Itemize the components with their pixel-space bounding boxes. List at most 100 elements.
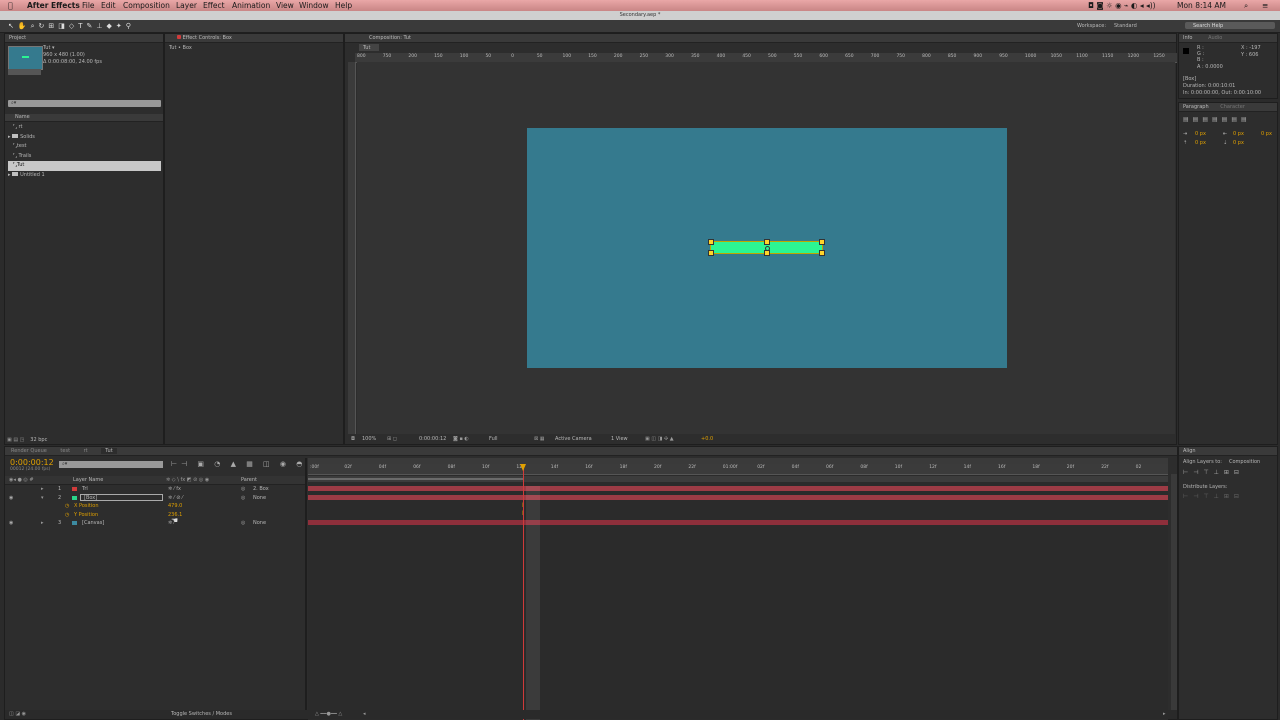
footer-icons[interactable]: ◫ ◪ ◉ [9, 711, 26, 717]
parent-icon[interactable]: ◎ [241, 495, 245, 501]
indent-left-value[interactable]: 0 px [1195, 131, 1206, 137]
menu-composition[interactable]: Composition [123, 1, 170, 10]
col-parent[interactable]: Parent [241, 477, 257, 483]
exposure-value[interactable]: +0.0 [701, 436, 713, 442]
stopwatch-icon[interactable]: ◷ [65, 512, 69, 518]
current-time-indicator[interactable] [523, 464, 524, 720]
grid-icon[interactable]: ⊞ ◻ [387, 436, 397, 442]
property-name[interactable]: X Position [74, 503, 98, 509]
align-to-select[interactable]: Composition [1229, 459, 1260, 465]
tab-paragraph[interactable]: Paragraph [1183, 104, 1209, 110]
tab-rt[interactable]: rt [84, 448, 88, 454]
tab-render-queue[interactable]: Render Queue [11, 448, 47, 454]
menu-window[interactable]: Window [299, 1, 329, 10]
parent-icon[interactable]: ◎ [241, 520, 245, 526]
layer-switches[interactable]: ✲ ⁄ fx [168, 486, 181, 492]
parent-select[interactable]: None [253, 520, 266, 526]
stopwatch-icon[interactable]: ◷ [65, 503, 69, 509]
resolution-select[interactable]: Full [489, 436, 498, 442]
list-item[interactable]: ⸢⸥test [8, 142, 161, 152]
snapshot-icon[interactable]: ◙ ▪ ◐ [453, 436, 469, 442]
comp-subtab[interactable]: Tut [359, 44, 379, 51]
project-tab[interactable]: Project [5, 34, 163, 43]
comp-timecode[interactable]: 0:00:00:12 [419, 436, 446, 442]
layer-name[interactable]: [Canvas] [82, 520, 104, 526]
tab-character[interactable]: Character [1220, 104, 1245, 110]
handle-top-middle[interactable] [764, 239, 770, 245]
current-timecode[interactable]: 0:00:00:12 [10, 458, 54, 467]
scroll-left-icon[interactable]: ◂ [363, 711, 366, 717]
table-row[interactable]: ◷ X Position 479.0 [5, 502, 305, 510]
project-item-name[interactable]: Tut ▾ [43, 45, 55, 51]
tab-test[interactable]: test [60, 448, 70, 454]
menu-view[interactable]: View [276, 1, 294, 10]
tab-info[interactable]: Info [1183, 35, 1192, 41]
timeline-scrollbar[interactable] [1171, 474, 1177, 714]
effect-controls-tab[interactable]: Effect Controls: Box [165, 34, 343, 43]
space-after-value[interactable]: 0 px [1233, 140, 1244, 146]
toggle-switches-modes[interactable]: Toggle Switches / Modes [171, 711, 232, 717]
expand-icon[interactable]: ▸ [41, 486, 44, 492]
handle-bottom-left[interactable] [708, 250, 714, 256]
parent-select[interactable]: None [253, 495, 266, 501]
timeline-ruler[interactable]: :00f 02f 04f 06f 08f 10f 12f 14f 16f 18f 20f 22f 01:… [308, 464, 1168, 475]
scroll-right-icon[interactable]: ▸ [1163, 711, 1166, 717]
search-help-field[interactable]: Search Help [1185, 22, 1275, 29]
list-item[interactable]: ▸ Untitled 1 [8, 171, 161, 181]
composition-tab[interactable]: Composition: Tut [345, 34, 1176, 43]
list-item-selected[interactable]: ⸢⸥Tut [8, 161, 161, 171]
canvas-solid[interactable] [527, 128, 1007, 368]
project-footer-icons[interactable]: ▣ ▤ ◳ [7, 437, 24, 443]
timeline-switch-icons[interactable]: ⊢⊣ ▣ ◔ ▲ ▦ ◫ ◉ ◓ ▢ [171, 460, 323, 468]
tab-tut[interactable]: Tut [101, 448, 117, 454]
layer-bar-trl[interactable] [308, 486, 1168, 491]
parent-icon[interactable]: ◎ [241, 486, 245, 492]
camera-select[interactable]: Active Camera [555, 436, 592, 442]
comp-viewer[interactable] [357, 62, 1175, 434]
zoom-slider[interactable]: △ ━━●━━ △ [315, 711, 342, 717]
project-search-input[interactable]: ⌕▾ [8, 100, 161, 107]
table-row[interactable]: ◉ ▸ 3 [Canvas] ✲ ⁄ ◎ None [5, 519, 305, 527]
align-tab[interactable]: Align [1179, 447, 1277, 456]
align-buttons[interactable]: ⊢⊣⊤⊥⊞⊟ [1183, 469, 1244, 476]
handle-top-left[interactable] [708, 239, 714, 245]
tab-audio[interactable]: Audio [1208, 35, 1222, 41]
handle-bottom-right[interactable] [819, 250, 825, 256]
table-row[interactable]: ▸ 1 Trl ✲ ⁄ fx ◎ 2. Box [5, 485, 305, 493]
menu-animation[interactable]: Animation [232, 1, 270, 10]
layer-name[interactable]: Trl [82, 486, 88, 492]
tool-icons[interactable]: ↖✋⌕↻⊞◨◇T✎⊥◆✦⚲ [8, 22, 203, 30]
layer-switches[interactable]: ✲ ⁄ [168, 520, 175, 526]
timeline-divider[interactable] [305, 458, 307, 720]
layer-color-label[interactable] [72, 487, 77, 491]
list-item[interactable]: ▸ Solids [8, 133, 161, 143]
menu-effect[interactable]: Effect [203, 1, 225, 10]
spotlight-icon[interactable]: ⌕ [1244, 1, 1248, 11]
column-name[interactable]: Name [15, 114, 30, 120]
work-area-range[interactable] [308, 478, 523, 480]
list-icon[interactable]: ≡ [1262, 1, 1268, 10]
playhead-icon[interactable] [520, 464, 526, 471]
anchor-point[interactable] [765, 246, 770, 251]
layer-color-label[interactable] [72, 521, 77, 525]
paragraph-align-icons[interactable]: ▤▤▤▤▤▤▤ [1183, 116, 1251, 123]
property-value[interactable]: 479.0 [168, 503, 182, 509]
list-item[interactable]: ⸢⸥ rt [8, 123, 161, 133]
layer-color-label[interactable] [72, 495, 77, 500]
menu-edit[interactable]: Edit [101, 1, 116, 10]
visibility-icon[interactable]: ◉ [9, 520, 13, 526]
collapse-icon[interactable]: ▾ [41, 495, 44, 501]
box-layer[interactable] [708, 239, 825, 256]
view-select[interactable]: 1 View [611, 436, 628, 442]
always-preview-icon[interactable]: ◘ [351, 436, 355, 442]
menu-help[interactable]: Help [335, 1, 352, 10]
zoom-select[interactable]: 100% [362, 436, 376, 442]
workspace-select[interactable]: Standard [1114, 23, 1137, 29]
region-icon[interactable]: ⊠ ▦ [534, 436, 545, 442]
expand-icon[interactable]: ▸ [41, 520, 44, 526]
menu-file[interactable]: File [82, 1, 95, 10]
apple-icon[interactable]:  [8, 1, 13, 10]
parent-select[interactable]: 2. Box [253, 486, 269, 492]
layer-bar-canvas[interactable] [308, 520, 1168, 525]
property-name[interactable]: Y Position [74, 512, 98, 518]
